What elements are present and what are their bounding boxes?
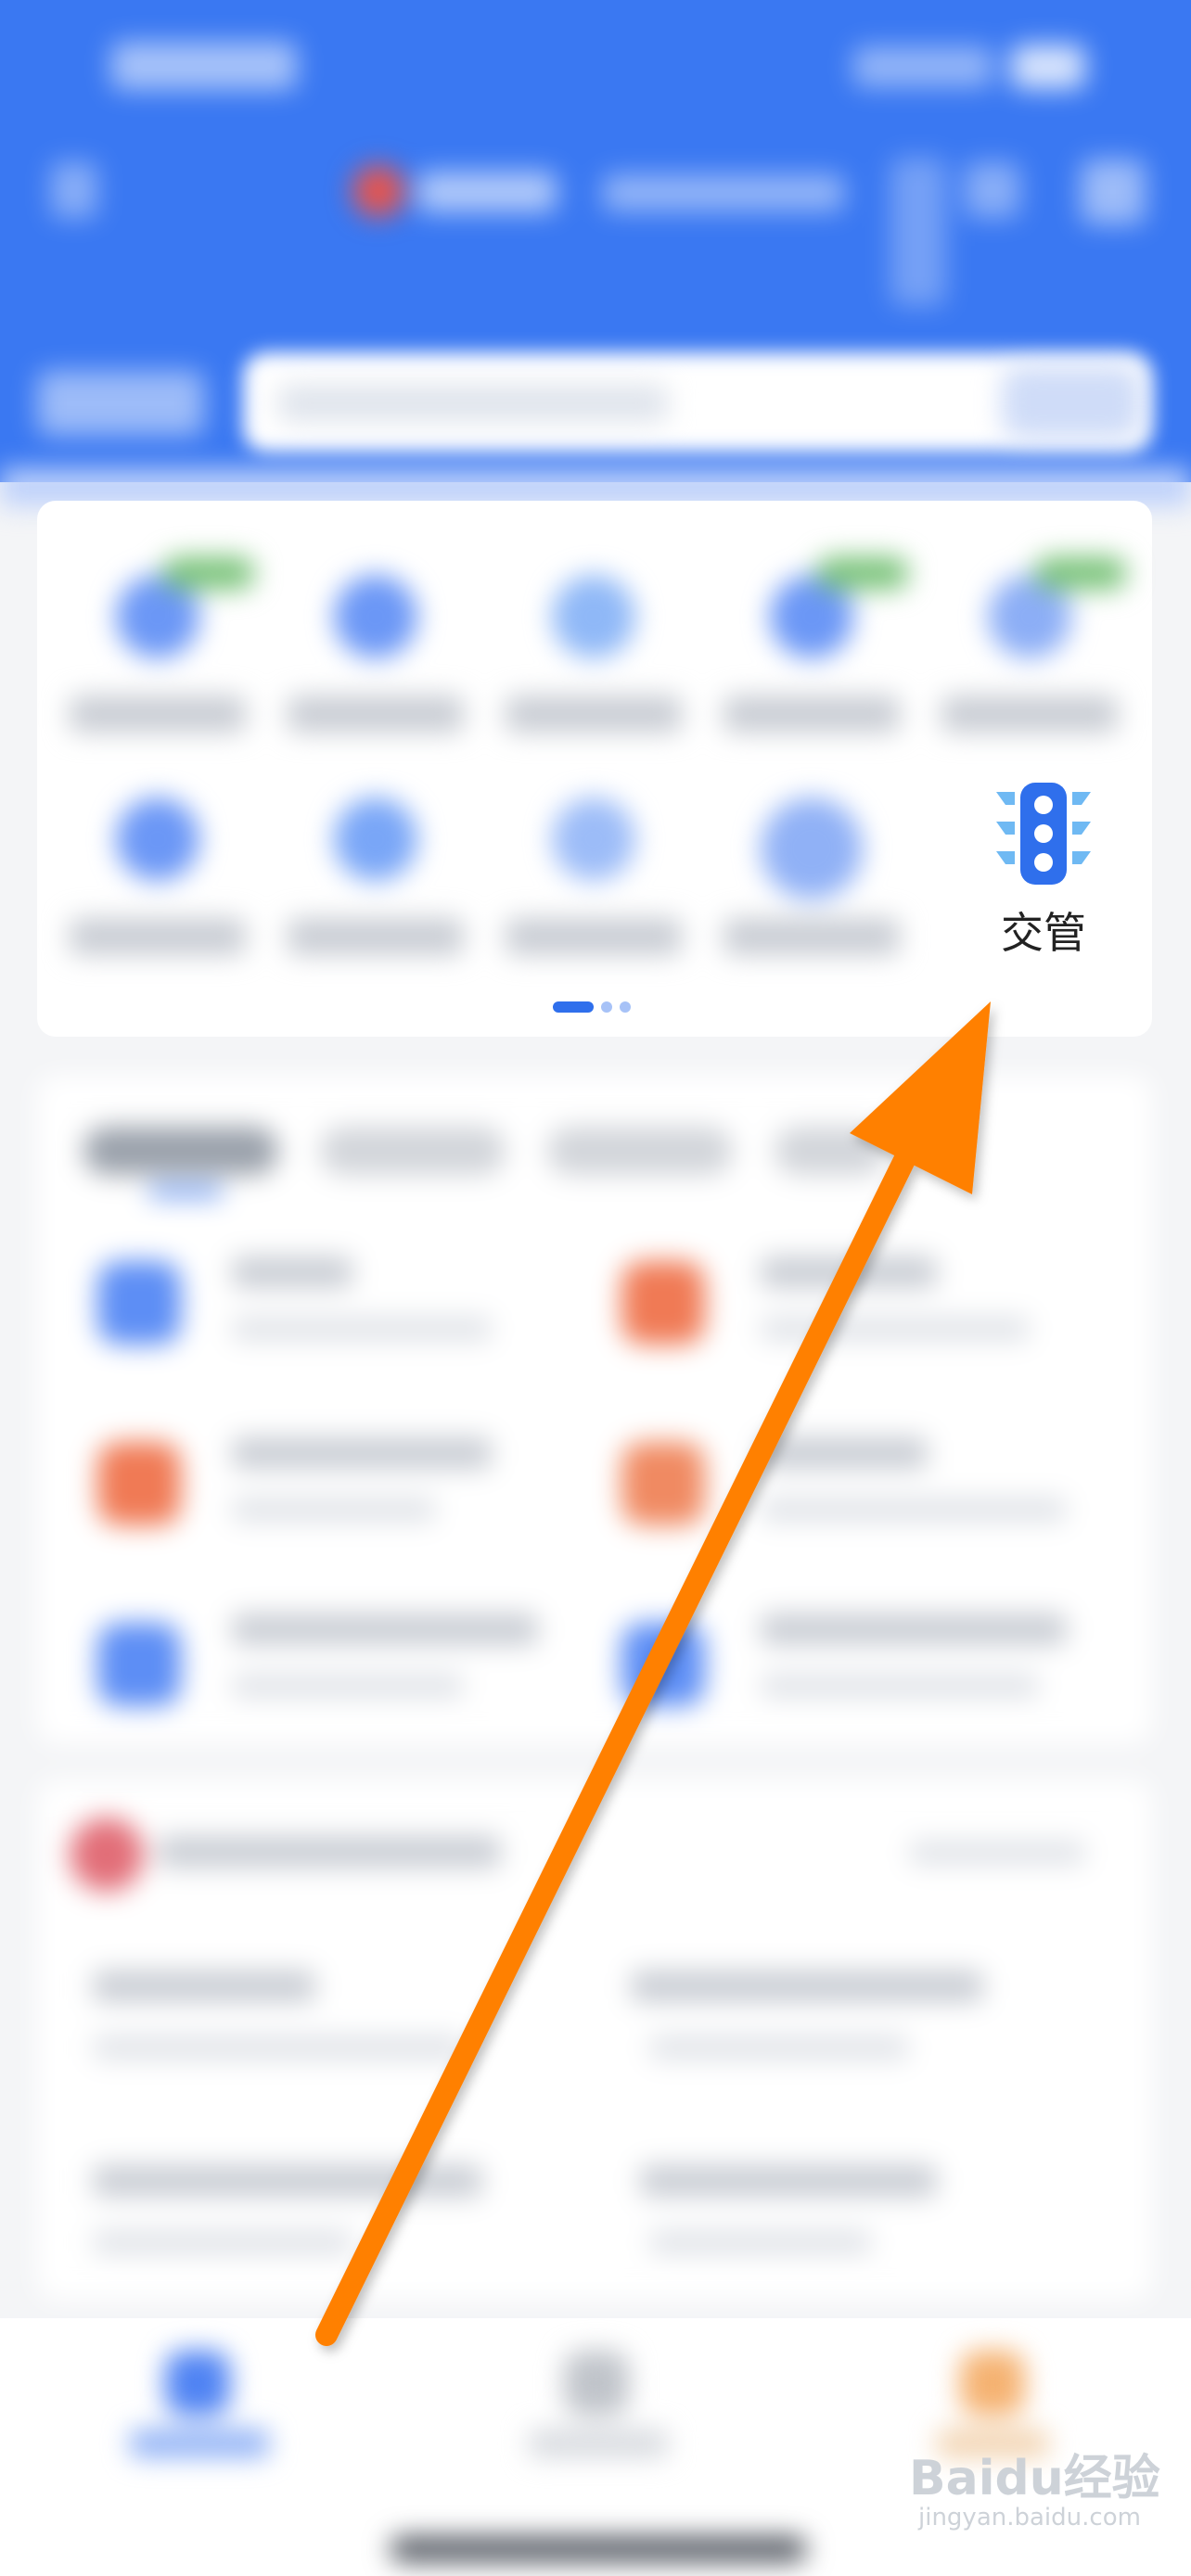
pager-dot — [620, 1001, 631, 1013]
service-icon[interactable] — [97, 1623, 181, 1706]
grid-item[interactable] — [487, 760, 700, 974]
service-desc — [761, 1317, 1030, 1341]
watermark-sub: jingyan.baidu.com — [918, 2504, 1141, 2531]
service-desc — [761, 1674, 1039, 1698]
tab[interactable] — [320, 1127, 506, 1175]
grid-item-traffic-label: 交管 — [1001, 908, 1086, 958]
status-bar-signal — [853, 46, 992, 87]
grid-item[interactable] — [705, 760, 918, 974]
menu-icon[interactable] — [1081, 159, 1146, 224]
grid-item[interactable] — [51, 760, 264, 974]
news-section-title — [158, 1836, 501, 1868]
message-icon[interactable] — [965, 162, 1020, 218]
app-subtitle — [603, 174, 844, 211]
city-selector[interactable] — [37, 371, 204, 436]
home-indicator — [390, 2536, 807, 2562]
status-bar-time — [111, 42, 297, 90]
service-icon[interactable] — [621, 1261, 705, 1345]
home-tab-icon[interactable] — [165, 2351, 230, 2416]
search-button[interactable] — [1002, 366, 1141, 439]
tab[interactable] — [547, 1127, 733, 1175]
tab[interactable] — [775, 1127, 886, 1175]
profile-tab-icon[interactable] — [960, 2351, 1025, 2416]
service-desc — [232, 1674, 464, 1698]
grid-item[interactable] — [705, 538, 918, 751]
watermark-main: Baidu经验 — [909, 2451, 1160, 2506]
service-icon[interactable] — [97, 1442, 181, 1525]
service-title — [232, 1256, 352, 1288]
tab[interactable] — [83, 1127, 278, 1175]
grid-item[interactable] — [269, 760, 482, 974]
news-item-title[interactable] — [93, 1970, 315, 2002]
traffic-light-icon — [996, 783, 1091, 885]
tab-indicator — [148, 1187, 223, 1196]
news-item-title[interactable] — [640, 2165, 937, 2197]
app-title — [417, 172, 557, 212]
service-title — [761, 1256, 937, 1288]
service-icon[interactable] — [621, 1442, 705, 1525]
service-desc — [232, 1498, 436, 1522]
grid-item[interactable] — [923, 538, 1136, 751]
app-logo-icon — [352, 165, 404, 217]
pager-dot-active — [553, 1001, 594, 1013]
news-section-icon — [70, 1817, 144, 1892]
service-desc — [232, 1317, 492, 1341]
service-title — [232, 1437, 492, 1469]
news-item-desc — [649, 2035, 909, 2060]
news-item-desc — [93, 2035, 464, 2060]
grid-item-traffic[interactable]: 交管 — [937, 779, 1150, 964]
news-item-desc — [649, 2230, 872, 2254]
watermark: Baidu经验 jingyan.baidu.com — [909, 2439, 1187, 2541]
grid-item[interactable] — [51, 538, 264, 751]
tab-label — [529, 2429, 668, 2457]
search-placeholder — [278, 385, 668, 422]
news-item-title[interactable] — [93, 2165, 482, 2197]
status-bar-battery-icon — [1011, 45, 1085, 89]
news-item-desc — [93, 2230, 352, 2254]
back-icon[interactable] — [51, 162, 97, 218]
home-tab-label — [130, 2429, 269, 2457]
header-divider — [0, 468, 1191, 505]
news-more-link[interactable] — [909, 1841, 1085, 1865]
service-title — [761, 1437, 928, 1469]
more-icon[interactable] — [890, 158, 946, 306]
news-item-title[interactable] — [631, 1970, 983, 2002]
pager-dot — [601, 1001, 612, 1013]
service-desc — [761, 1498, 1067, 1522]
service-icon[interactable] — [97, 1261, 181, 1345]
grid-item[interactable] — [269, 538, 482, 751]
service-icon[interactable] — [621, 1623, 705, 1706]
grid-item[interactable] — [487, 538, 700, 751]
service-title — [232, 1613, 538, 1645]
service-title — [761, 1613, 1067, 1645]
tab-icon[interactable] — [564, 2351, 629, 2416]
